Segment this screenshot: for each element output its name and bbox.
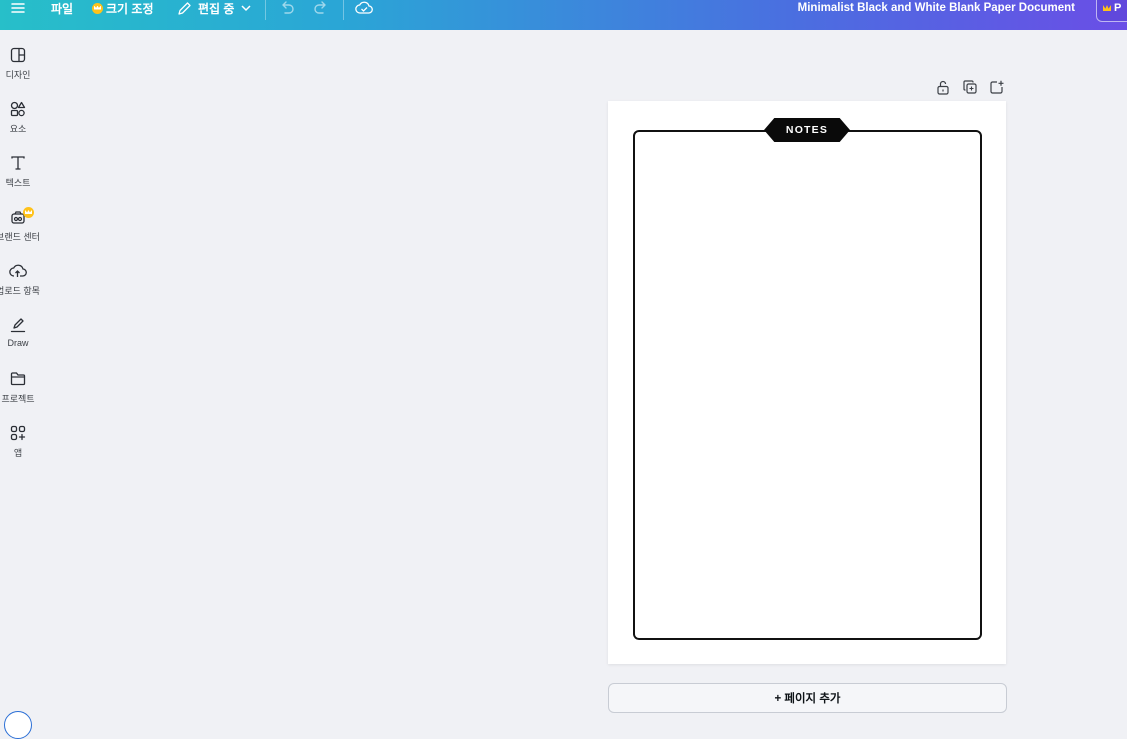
sidebar-item-label: 프로젝트 <box>1 394 35 404</box>
sidebar-item-brand[interactable]: 브랜드 센터 <box>0 207 40 259</box>
sidebar-item-label: 업로드 항목 <box>0 286 40 296</box>
sidebar-item-label: 앱 <box>13 448 23 458</box>
folder-icon <box>10 372 26 386</box>
sidebar-item-text[interactable]: 텍스트 <box>0 155 36 205</box>
sidebar-item-label: Draw <box>7 338 29 348</box>
pen-icon <box>10 318 26 333</box>
undo-icon[interactable] <box>279 0 295 16</box>
sidebar-item-label: 요소 <box>9 124 27 134</box>
file-menu-button[interactable]: 파일 <box>51 0 73 16</box>
sidebar-item-elements[interactable]: 요소 <box>0 101 36 151</box>
cloud-upload-icon <box>9 264 27 277</box>
lock-icon[interactable] <box>934 79 951 95</box>
apps-icon <box>10 425 26 441</box>
duplicate-page-icon[interactable] <box>961 79 978 95</box>
toolbar-divider <box>343 0 344 20</box>
add-page-icon[interactable] <box>988 79 1005 95</box>
crown-icon <box>23 207 34 218</box>
editing-mode-button[interactable]: 편집 중 <box>177 0 251 16</box>
resize-label: 크기 조정 <box>106 1 154 16</box>
design-page[interactable]: NOTES <box>608 101 1006 664</box>
sidebar-item-label: 브랜드 센터 <box>0 232 40 242</box>
top-bar: 파일 크기 조정 편집 중 Minimalist Black and White… <box>0 0 1127 30</box>
crown-icon <box>92 2 103 14</box>
sidebar-item-apps[interactable]: 앱 <box>0 425 36 475</box>
left-sidebar: 디자인 요소 텍스트 브랜드 센터 업로드 항목 Draw 프로젝트 앱 <box>0 30 40 720</box>
help-button[interactable] <box>4 711 32 739</box>
pencil-icon <box>178 1 191 15</box>
redo-icon[interactable] <box>313 0 329 16</box>
document-title[interactable]: Minimalist Black and White Blank Paper D… <box>798 2 1075 14</box>
page-actions <box>934 79 1006 95</box>
menu-icon[interactable] <box>11 0 25 16</box>
add-page-button[interactable]: + 페이지 추가 <box>608 683 1007 713</box>
layout-icon <box>10 47 26 63</box>
shapes-icon <box>10 101 26 117</box>
sidebar-item-draw[interactable]: Draw <box>0 317 36 367</box>
chevron-down-icon <box>241 5 251 12</box>
pro-label: P <box>1114 2 1122 14</box>
sidebar-item-design[interactable]: 디자인 <box>0 47 36 97</box>
notes-frame[interactable] <box>633 130 982 640</box>
cloud-save-icon[interactable] <box>355 0 373 16</box>
pro-button[interactable]: P <box>1096 0 1127 22</box>
toolbar-divider <box>265 0 266 20</box>
sidebar-item-uploads[interactable]: 업로드 항목 <box>0 263 40 313</box>
editing-label: 편집 중 <box>198 1 235 16</box>
text-icon <box>11 156 25 170</box>
sidebar-item-label: 텍스트 <box>5 178 31 188</box>
sidebar-item-label: 디자인 <box>5 70 31 80</box>
sidebar-item-projects[interactable]: 프로젝트 <box>0 371 36 421</box>
resize-button[interactable]: 크기 조정 <box>92 0 154 16</box>
notes-tag[interactable]: NOTES <box>764 118 850 142</box>
crown-icon <box>1103 5 1111 11</box>
